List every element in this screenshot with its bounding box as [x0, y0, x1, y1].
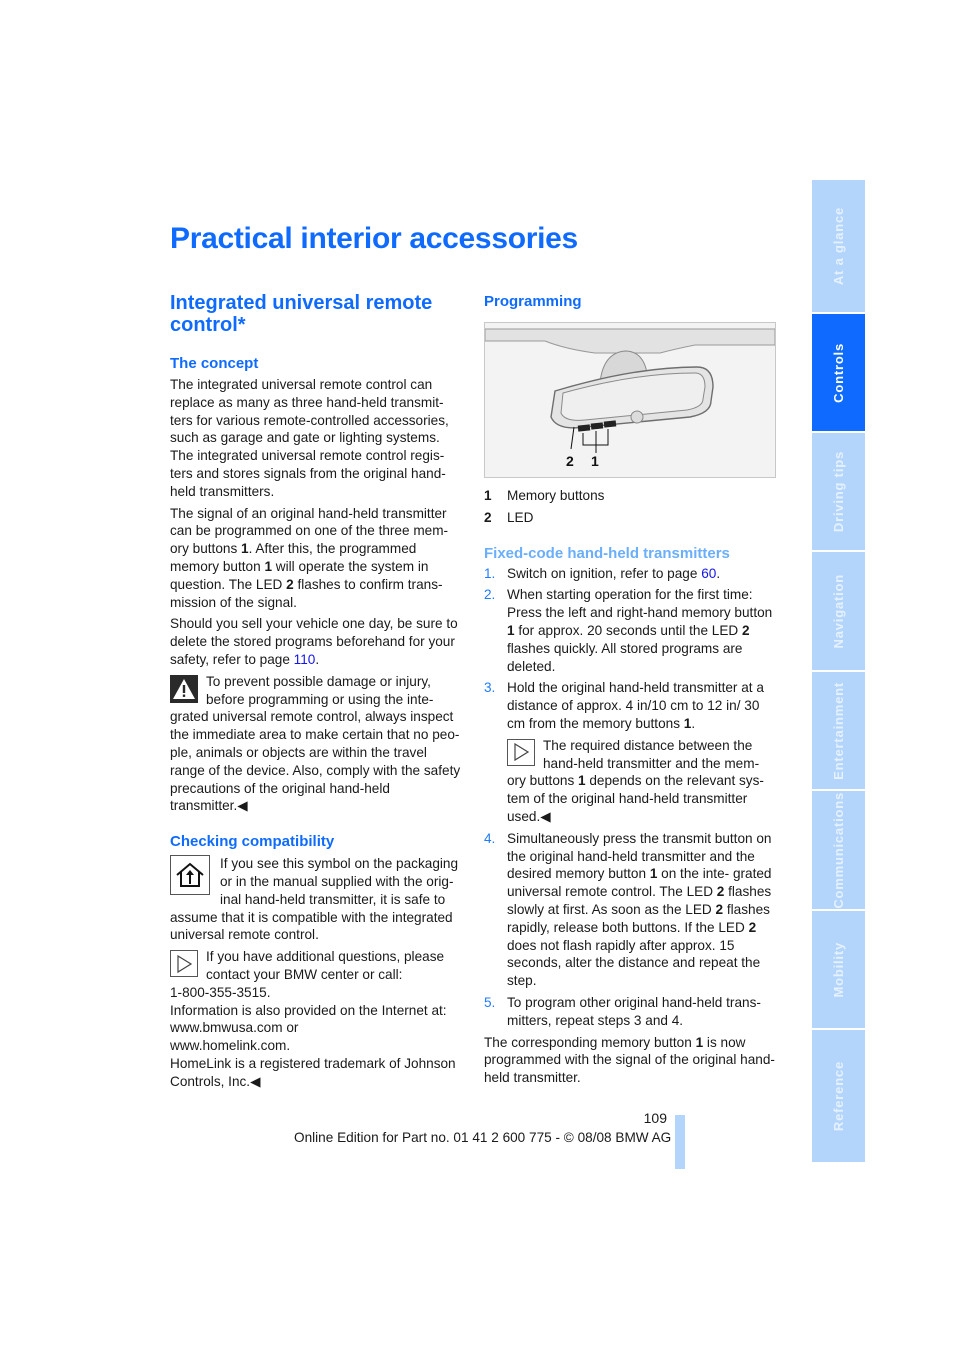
concept-paragraph-3: Should you sell your vehicle one day, be… — [170, 615, 462, 668]
legend-label: Memory buttons — [507, 488, 605, 503]
tab-label: At a glance — [831, 206, 846, 286]
step-number: 5. — [484, 994, 496, 1010]
text: for approx. 20 seconds until the LED — [514, 622, 743, 638]
tab-mobility[interactable]: Mobility — [812, 911, 865, 1028]
tab-label: Driving tips — [831, 450, 846, 533]
closing-paragraph: The corresponding memory button 1 is now… — [484, 1034, 776, 1087]
text: Switch on ignition, refer to page — [507, 565, 702, 581]
text: . — [315, 651, 320, 667]
tab-label: Controls — [831, 342, 846, 403]
page-link-60[interactable]: 60 — [701, 566, 716, 581]
heading-the-concept: The concept — [170, 355, 259, 372]
ref-memory-buttons: 1 — [264, 558, 273, 574]
warning-icon — [170, 674, 198, 703]
trademark-text: HomeLink is a registered trademark of Jo… — [170, 1055, 456, 1089]
tab-communications[interactable]: Communications — [812, 791, 865, 909]
ref-memory-buttons: 1 — [241, 541, 249, 557]
page-number: 109 — [643, 1110, 667, 1126]
step-5: 5. To program other original hand-held t… — [484, 994, 776, 1030]
text: When starting operation for the first ti… — [507, 587, 773, 621]
url-homelink: www.homelink.com. — [170, 1038, 291, 1054]
right-column: Programming 2 1 MW03170CMA 1 Memory butt… — [484, 290, 776, 1087]
step-4: 4. Simultaneously press the transmit but… — [484, 830, 776, 990]
legend-number: 1 — [484, 488, 492, 503]
legend-item: 1 Memory buttons — [484, 487, 776, 505]
tab-label: Communications — [831, 791, 846, 909]
legend-item: 2 LED — [484, 509, 776, 527]
homelink-text: If you see this symbol on the packaging … — [170, 856, 459, 943]
warning-text: To prevent possible damage or injury, be… — [170, 673, 461, 814]
step-2: 2. When starting operation for the first… — [484, 586, 776, 675]
text: The corresponding memory button — [484, 1034, 696, 1050]
chapter-tabs: At a glance Controls Driving tips Naviga… — [812, 180, 865, 1164]
tab-label: Mobility — [831, 941, 846, 998]
concept-paragraph-2: The signal of an original hand-held tran… — [170, 505, 462, 612]
ref-led: 2 — [748, 919, 757, 935]
homelink-icon — [170, 855, 210, 896]
note-triangle-icon — [170, 950, 198, 978]
contact-text: If you have additional questions, please… — [206, 949, 445, 982]
phone-number: 1-800-355-3515. — [170, 984, 271, 1000]
note-triangle-icon — [507, 738, 535, 766]
callout-led: 2 — [566, 453, 574, 469]
ref-memory-buttons: 1 — [695, 1034, 704, 1050]
edition-footer: Online Edition for Part no. 01 41 2 600 … — [294, 1130, 672, 1145]
ref-led: 2 — [715, 901, 724, 917]
internet-info: Information is also provided on the Inte… — [170, 1002, 447, 1018]
step-1: 1. Switch on ignition, refer to page 60. — [484, 565, 776, 583]
section-title: Integrated universal remote control* — [170, 292, 433, 336]
tab-navigation[interactable]: Navigation — [812, 552, 865, 670]
ref-memory-buttons: 1 — [578, 773, 586, 789]
text: does not flash rapidly after approx. 15 … — [507, 937, 761, 989]
rearview-mirror-illustration: 2 1 MW03170CMA — [485, 323, 775, 477]
tab-entertainment[interactable]: Entertainment — [812, 672, 865, 789]
tab-reference[interactable]: Reference — [812, 1030, 865, 1162]
heading-programming: Programming — [484, 293, 582, 310]
heading-checking-compatibility: Checking compatibility — [170, 833, 335, 851]
tab-driving-tips[interactable]: Driving tips — [812, 433, 865, 550]
legend-number: 2 — [484, 509, 492, 525]
step-number: 1. — [484, 565, 496, 581]
ref-led: 2 — [286, 576, 294, 592]
step-number: 3. — [484, 680, 496, 696]
tab-label: Entertainment — [831, 681, 846, 780]
contact-note: If you have additional questions, please… — [170, 948, 462, 984]
step-number: 4. — [484, 830, 496, 846]
text: . — [716, 565, 721, 581]
tab-label: Navigation — [831, 573, 846, 649]
step-3: 3. Hold the original hand-held transmitt… — [484, 679, 776, 825]
concept-paragraph-1: The integrated universal remote control … — [170, 377, 449, 499]
text: . — [691, 715, 696, 731]
mirror-figure: 2 1 MW03170CMA — [484, 322, 776, 478]
ref-led: 2 — [742, 622, 750, 638]
tab-at-a-glance[interactable]: At a glance — [812, 180, 865, 312]
tab-label: Reference — [831, 1060, 846, 1132]
step-number: 2. — [484, 587, 496, 603]
text: Hold the original hand-held transmitter … — [507, 680, 764, 731]
page-title: Practical interior accessories — [170, 222, 578, 255]
programming-steps: 1. Switch on ignition, refer to page 60.… — [484, 565, 776, 1030]
left-column: Integrated universal remote control* The… — [170, 290, 462, 1090]
page-link-110[interactable]: 110 — [294, 652, 316, 667]
ref-memory-buttons: 1 — [507, 622, 515, 638]
legend-label: LED — [507, 509, 534, 525]
text: To program other original hand-held tran… — [507, 994, 761, 1028]
tab-controls[interactable]: Controls — [812, 314, 865, 431]
heading-fixed-code: Fixed-code hand-held transmitters — [484, 544, 730, 562]
homelink-note: If you see this symbol on the packaging … — [170, 855, 462, 944]
distance-note: The required distance between the hand-h… — [507, 737, 776, 826]
url-bmwusa: www.bmwusa.com or — [170, 1020, 299, 1036]
text: flashes quickly. All stored programs are… — [507, 640, 743, 674]
page-marker-bar — [675, 1115, 685, 1169]
callout-memory-buttons: 1 — [591, 453, 599, 469]
warning-note: To prevent possible damage or injury, be… — [170, 673, 462, 815]
